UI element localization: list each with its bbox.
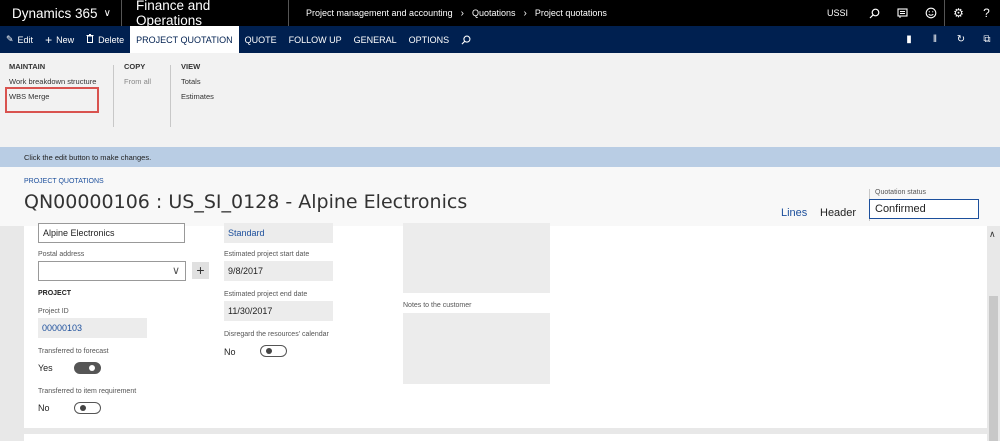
open-new-window-icon[interactable]: ⧉: [974, 34, 1000, 45]
edit-button[interactable]: ✎ Edit: [0, 26, 39, 53]
est-end-value[interactable]: 11/30/2017: [224, 301, 333, 321]
search-icon[interactable]: [860, 0, 888, 26]
message-bar: Click the edit button to make changes.: [0, 147, 1000, 167]
refresh-icon[interactable]: ↻: [948, 34, 974, 45]
group-heading-copy: COPY: [124, 62, 146, 71]
toggle-knob: [89, 365, 95, 371]
project-section-heading: PROJECT: [38, 290, 72, 297]
breadcrumb-item-quotations[interactable]: Quotations: [472, 8, 516, 18]
next-section-strip: [24, 434, 987, 441]
header-fasttab-panel: Alpine Electronics Postal address ∨ + PR…: [24, 223, 987, 428]
estimates-button[interactable]: Estimates: [181, 92, 214, 101]
message-icon[interactable]: [888, 0, 916, 26]
est-end-label: Estimated project end date: [224, 291, 308, 298]
company-picker[interactable]: USSI: [815, 8, 860, 18]
postal-address-label: Postal address: [38, 251, 85, 258]
pencil-icon: ✎: [6, 34, 14, 44]
group-heading-maintain: MAINTAIN: [9, 62, 46, 71]
transferred-forecast-toggle[interactable]: [74, 362, 101, 374]
ribbon-group-copy: COPY From all: [124, 62, 151, 92]
gear-icon[interactable]: ⚙: [944, 0, 972, 26]
chevron-right-icon: ›: [460, 7, 464, 19]
quotation-status-input[interactable]: Confirmed: [869, 199, 979, 219]
page-kicker[interactable]: PROJECT QUOTATIONS: [24, 178, 104, 185]
notes-to-customer-label: Notes to the customer: [403, 302, 472, 309]
trash-icon: [86, 34, 94, 45]
search-icon[interactable]: [455, 26, 477, 53]
ribbon-divider: [113, 65, 114, 127]
quotation-status-label: Quotation status: [875, 189, 926, 196]
page-title: QN00000106 : US_SI_0128 - Alpine Electro…: [24, 191, 468, 213]
tab-quote[interactable]: QUOTE: [239, 26, 283, 53]
smiley-icon[interactable]: [916, 0, 944, 26]
top-navigation-bar: Dynamics 365 ∨ Finance and Operations Pr…: [0, 0, 1000, 28]
action-pane: ✎ Edit + New Delete PROJECT QUOTATION QU…: [0, 26, 1000, 53]
group-heading-view: VIEW: [181, 62, 201, 71]
office-icon[interactable]: ▮: [896, 34, 922, 45]
disregard-calendar-value: No: [224, 347, 236, 357]
wbs-merge-highlight-box: [5, 87, 99, 113]
quotation-type-value: Standard: [224, 223, 333, 243]
chevron-down-icon: ∨: [171, 265, 180, 277]
postal-address-select[interactable]: ∨: [38, 261, 186, 281]
breadcrumb: Project management and accounting › Quot…: [289, 8, 815, 19]
transferred-item-label: Transferred to item requirement: [38, 388, 137, 395]
tab-project-quotation[interactable]: PROJECT QUOTATION: [130, 26, 239, 53]
totals-button[interactable]: Totals: [181, 77, 214, 86]
app-switcher[interactable]: Dynamics 365 ∨: [0, 0, 122, 26]
customer-name-input[interactable]: Alpine Electronics: [38, 223, 185, 243]
transferred-item-toggle[interactable]: [74, 402, 101, 414]
notes-box-upper: [403, 223, 550, 293]
work-breakdown-structure-button[interactable]: Work breakdown structure: [9, 77, 96, 86]
ribbon-group-view: VIEW Totals Estimates: [181, 62, 214, 107]
breadcrumb-item-project-quotations[interactable]: Project quotations: [535, 8, 607, 18]
chevron-right-icon: ›: [523, 7, 527, 19]
help-icon[interactable]: ?: [972, 0, 1000, 26]
quotation-status-field: Quotation status Confirmed: [869, 189, 979, 219]
copy-from-all-button[interactable]: From all: [124, 77, 151, 86]
module-name: Finance and Operations: [122, 0, 289, 28]
form-content: Alpine Electronics Postal address ∨ + PR…: [0, 223, 1000, 441]
header-view-link[interactable]: Header: [820, 207, 856, 219]
page-header: PROJECT QUOTATIONS QN00000106 : US_SI_01…: [0, 167, 1000, 226]
tab-follow-up[interactable]: FOLLOW UP: [283, 26, 348, 53]
attachment-icon[interactable]: ‖: [922, 34, 948, 45]
chevron-down-icon: ∨: [103, 7, 111, 19]
edit-label: Edit: [17, 34, 34, 45]
chevron-up-icon[interactable]: ∧: [989, 229, 996, 240]
est-start-label: Estimated project start date: [224, 251, 310, 258]
project-id-label: Project ID: [38, 308, 69, 315]
tab-options[interactable]: OPTIONS: [403, 26, 456, 53]
scrollbar-thumb[interactable]: [989, 296, 998, 441]
delete-label: Delete: [98, 34, 125, 45]
new-label: New: [56, 34, 75, 45]
est-start-value[interactable]: 9/8/2017: [224, 261, 333, 281]
lines-view-link[interactable]: Lines: [781, 207, 807, 219]
toggle-knob: [266, 348, 272, 354]
disregard-calendar-label: Disregard the resources' calendar: [224, 331, 329, 338]
plus-icon: +: [45, 32, 53, 47]
transferred-forecast-label: Transferred to forecast: [38, 348, 109, 355]
delete-button[interactable]: Delete: [80, 26, 130, 53]
new-button[interactable]: + New: [39, 26, 80, 53]
transferred-item-value: No: [38, 403, 50, 413]
ribbon-divider: [170, 65, 171, 127]
action-ribbon: MAINTAIN Work breakdown structure WBS Me…: [0, 53, 1000, 147]
toggle-knob: [80, 405, 86, 411]
project-id-value[interactable]: 00000103: [38, 318, 147, 338]
vertical-scrollbar[interactable]: ∧: [987, 226, 1000, 441]
disregard-calendar-toggle[interactable]: [260, 345, 287, 357]
notes-to-customer-input[interactable]: [403, 313, 550, 384]
app-name: Dynamics 365: [12, 5, 98, 21]
add-address-button[interactable]: +: [192, 262, 209, 279]
breadcrumb-item-module[interactable]: Project management and accounting: [306, 8, 453, 18]
transferred-forecast-value: Yes: [38, 363, 53, 373]
tab-general[interactable]: GENERAL: [348, 26, 403, 53]
